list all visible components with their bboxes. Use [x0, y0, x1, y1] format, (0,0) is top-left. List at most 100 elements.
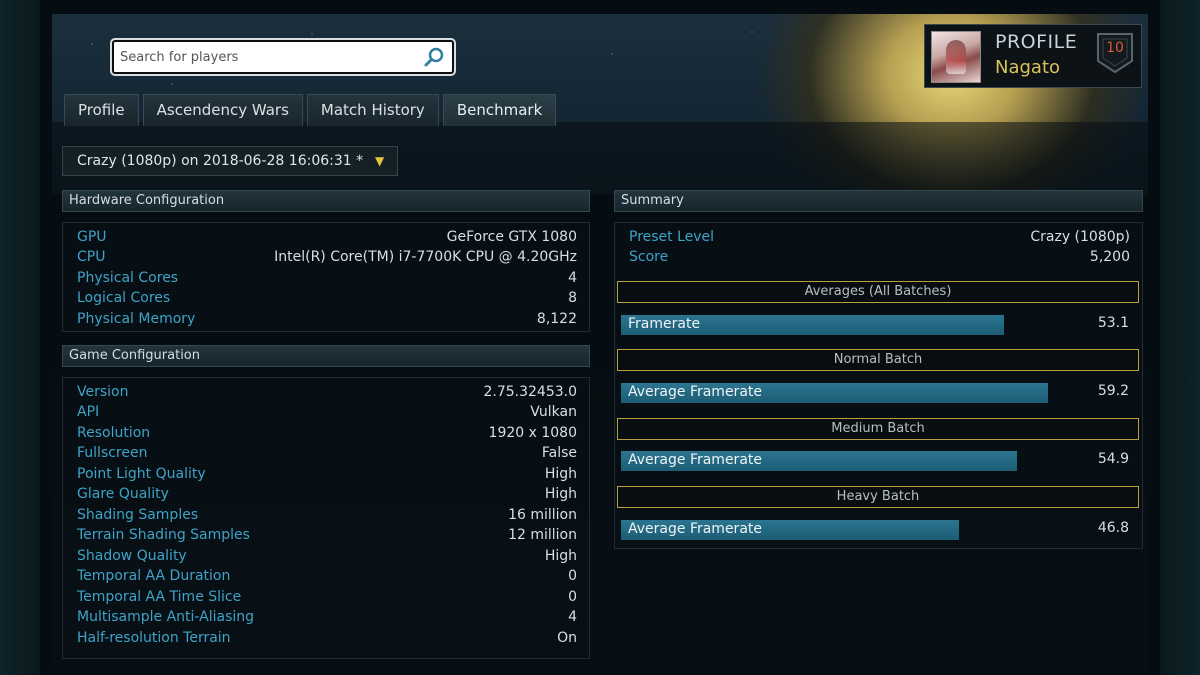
row-value: GeForce GTX 1080 [446, 229, 577, 245]
bar-label: Average Framerate [628, 384, 762, 400]
row-value: Intel(R) Core(TM) i7-7700K CPU @ 4.20GHz [274, 249, 577, 265]
profile-card[interactable]: PROFILE Nagato 10 [924, 24, 1142, 88]
section-heading: Normal Batch [617, 349, 1139, 371]
search-icon[interactable] [424, 47, 446, 67]
row-value: 1920 x 1080 [488, 425, 577, 441]
bar-value: 46.8 [1097, 520, 1129, 536]
section-heading: Medium Batch [617, 418, 1139, 440]
row-value: 8 [568, 290, 577, 306]
summary-panel: Preset Level Crazy (1080p) Score 5,200 Ave… [614, 222, 1143, 549]
table-row: CPU Intel(R) Core(TM) i7-7700K CPU @ 4.20… [63, 249, 589, 269]
table-row: Version 2.75.32453.0 [63, 384, 589, 404]
game-config-table: Version 2.75.32453.0 API Vulkan Resolution… [62, 377, 590, 659]
row-key: Physical Memory [77, 311, 196, 327]
row-value: 4 [568, 609, 577, 625]
row-key: Shading Samples [77, 507, 199, 523]
table-row: Fullscreen False [63, 445, 589, 465]
tab-profile[interactable]: Profile [64, 94, 139, 126]
table-row: Physical Memory 8,122 [63, 311, 589, 331]
row-key: Shadow Quality [77, 548, 187, 564]
rank-badge: 10 [1095, 31, 1135, 75]
row-key: Glare Quality [77, 486, 169, 502]
row-key: API [77, 404, 100, 420]
bar-value: 53.1 [1097, 315, 1129, 331]
summary-header: Summary [614, 190, 1143, 212]
profile-username: Nagato [995, 57, 1061, 78]
row-value: 4 [568, 270, 577, 286]
bar-label: Framerate [628, 316, 701, 332]
framerate-bar: Average Framerate [621, 520, 1053, 540]
table-row: Logical Cores 8 [63, 290, 589, 310]
row-key: Version [77, 384, 129, 400]
table-row: Preset Level Crazy (1080p) [615, 229, 1142, 249]
row-key: Preset Level [629, 229, 715, 245]
table-row: Shadow Quality High [63, 548, 589, 568]
row-value: 5,200 [1089, 249, 1130, 265]
player-search [112, 40, 454, 74]
bar-label: Average Framerate [628, 452, 762, 468]
row-key: Temporal AA Duration [77, 568, 231, 584]
row-value: Vulkan [530, 404, 577, 420]
row-value: 12 million [508, 527, 577, 543]
table-row: GPU GeForce GTX 1080 [63, 229, 589, 249]
tab-match-history[interactable]: Match History [306, 94, 439, 126]
rank-number: 10 [1106, 40, 1124, 56]
row-key: Terrain Shading Samples [77, 527, 250, 543]
avatar [931, 31, 981, 83]
table-row: Resolution 1920 x 1080 [63, 425, 589, 445]
table-row: Terrain Shading Samples 12 million [63, 527, 589, 547]
table-row: Temporal AA Duration 0 [63, 568, 589, 588]
row-key: Half-resolution Terrain [77, 630, 231, 646]
row-value: 0 [568, 568, 577, 584]
table-row: Point Light Quality High [63, 466, 589, 486]
table-row: Glare Quality High [63, 486, 589, 506]
row-value: False [541, 445, 577, 461]
row-value: High [544, 466, 577, 482]
section-heading: Averages (All Batches) [617, 281, 1139, 303]
main-tabs: Profile Ascendency Wars Match History Be… [64, 94, 557, 126]
profile-label: PROFILE [995, 31, 1078, 53]
tab-ascendency-wars[interactable]: Ascendency Wars [142, 94, 303, 126]
table-row: Shading Samples 16 million [63, 507, 589, 527]
row-value: 16 million [508, 507, 577, 523]
row-value: High [544, 486, 577, 502]
bar-value: 59.2 [1097, 383, 1129, 399]
row-key: Resolution [77, 425, 151, 441]
bar-label: Average Framerate [628, 521, 762, 537]
framerate-bar: Framerate [621, 315, 1053, 335]
row-value: 0 [568, 589, 577, 605]
row-key: Fullscreen [77, 445, 148, 461]
row-key: Temporal AA Time Slice [77, 589, 242, 605]
game-config-header: Game Configuration [62, 345, 590, 367]
chevron-down-icon: ▼ [375, 154, 385, 168]
hardware-config-header: Hardware Configuration [62, 190, 590, 212]
row-value: On [557, 630, 577, 646]
row-value: 2.75.32453.0 [483, 384, 577, 400]
search-input[interactable] [120, 47, 420, 67]
row-key: Logical Cores [77, 290, 171, 306]
table-row: Temporal AA Time Slice 0 [63, 589, 589, 609]
table-row: Half-resolution Terrain On [63, 630, 589, 650]
framerate-bar: Average Framerate [621, 451, 1053, 471]
row-key: Score [629, 249, 669, 265]
row-value: High [544, 548, 577, 564]
outer-frame: PROFILE Nagato 10 Profile Ascendency War… [0, 0, 1200, 675]
table-row: Physical Cores 4 [63, 270, 589, 290]
row-key: Point Light Quality [77, 466, 206, 482]
table-row: API Vulkan [63, 404, 589, 424]
framerate-bar: Average Framerate [621, 383, 1053, 403]
row-key: GPU [77, 229, 107, 245]
tab-benchmark[interactable]: Benchmark [442, 94, 557, 126]
table-row: Score 5,200 [615, 249, 1142, 269]
benchmark-run-select[interactable]: Crazy (1080p) on 2018-06-28 16:06:31 * ▼ [62, 146, 398, 176]
row-value: Crazy (1080p) [1030, 229, 1130, 245]
row-key: CPU [77, 249, 106, 265]
row-key: Physical Cores [77, 270, 179, 286]
row-value: 8,122 [536, 311, 577, 327]
run-select-value: Crazy (1080p) on 2018-06-28 16:06:31 * [77, 153, 364, 169]
hardware-config-table: GPU GeForce GTX 1080 CPU Intel(R) Core(TM)… [62, 222, 590, 332]
table-row: Multisample Anti-Aliasing 4 [63, 609, 589, 629]
section-heading: Heavy Batch [617, 486, 1139, 508]
app-window: PROFILE Nagato 10 Profile Ascendency War… [40, 0, 1160, 675]
row-key: Multisample Anti-Aliasing [77, 609, 255, 625]
